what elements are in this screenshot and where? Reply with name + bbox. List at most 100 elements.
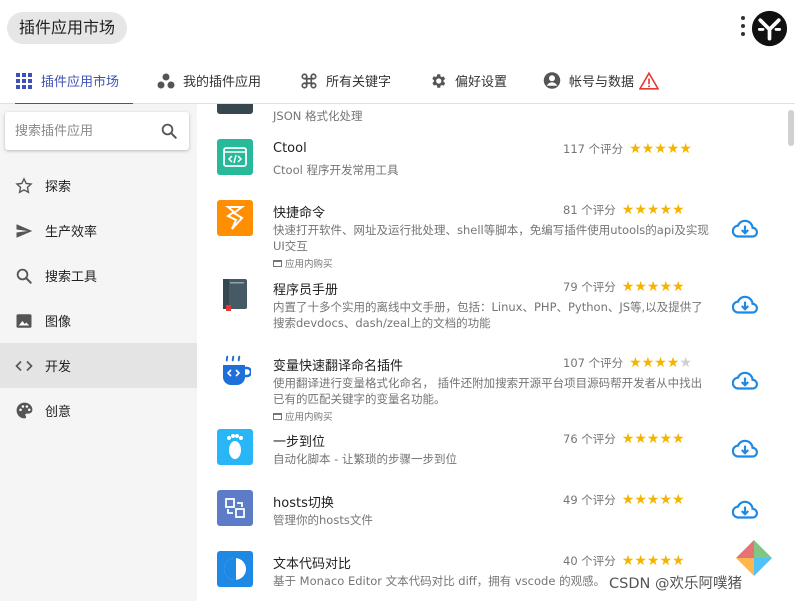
dots-icon: [157, 72, 175, 90]
rating-count: 79 个评分: [563, 280, 616, 294]
plugin-name: hosts切换: [273, 496, 334, 511]
sidebar-item-label: 生产效率: [45, 225, 98, 240]
sidebar-item-productivity[interactable]: 生产效率: [0, 208, 197, 253]
sidebar-item-label: 创意: [45, 405, 72, 420]
download-icon[interactable]: [732, 217, 758, 243]
plugin-icon: [217, 551, 253, 587]
star-rating: ★★★★★: [629, 355, 692, 371]
plugin-list: JSON 格式化处理 Ctool Ctool 程序开发常用工具 117 个评分 …: [197, 104, 795, 601]
in-app-purchase-badge: 应用内购买: [273, 409, 333, 423]
plugin-description: 自动化脚本 - 让繁琐的步骤一步到位: [273, 452, 457, 466]
download-icon[interactable]: [732, 437, 758, 463]
tab-label: 插件应用市场: [41, 75, 120, 90]
rating-count: 76 个评分: [563, 432, 616, 446]
sidebar: 探索 生产效率 搜索工具 图像 开发 创意: [0, 104, 197, 601]
sidebar-item-image[interactable]: 图像: [0, 298, 197, 343]
plugin-name: 文本代码对比: [273, 557, 352, 572]
image-icon: [14, 311, 34, 331]
plugin-rating: 79 个评分 ★★★★★: [563, 279, 685, 295]
rating-count: 107 个评分: [563, 356, 624, 370]
utools-logo-icon[interactable]: [751, 10, 788, 47]
star-rating: ★★★★★: [629, 141, 692, 157]
tab-preferences[interactable]: 偏好设置: [429, 58, 507, 103]
sidebar-item-development[interactable]: 开发: [0, 343, 197, 388]
account-icon: [543, 72, 561, 90]
tab-account-data[interactable]: 帐号与数据: [543, 58, 660, 103]
tab-label: 偏好设置: [455, 75, 508, 90]
plugin-name: 一步到位: [273, 435, 326, 450]
plugin-name: Ctool: [273, 141, 307, 156]
sidebar-item-explore[interactable]: 探索: [0, 163, 197, 208]
list-item[interactable]: 快捷命令 快速打开软件、网址及运行批处理、shell等脚本，免编写插件使用uto…: [197, 200, 777, 270]
sidebar-item-search-tools[interactable]: 搜索工具: [0, 253, 197, 298]
star-rating: ★★★★★: [621, 553, 685, 569]
plugin-rating: 107 个评分 ★★★★★: [563, 355, 692, 371]
more-menu-icon[interactable]: [739, 16, 747, 42]
star-rating: ★★★★★: [621, 431, 685, 447]
download-icon[interactable]: [732, 293, 758, 319]
rating-count: 49 个评分: [563, 493, 616, 507]
list-item[interactable]: Ctool Ctool 程序开发常用工具 117 个评分 ★★★★★: [197, 139, 777, 179]
plugin-rating: 49 个评分 ★★★★★: [563, 492, 685, 508]
tab-bar: 插件应用市场 我的插件应用 所有关键字 偏好设置 帐号与数据: [0, 58, 795, 105]
plugin-name: 快捷命令: [273, 206, 326, 221]
rating-count: 117 个评分: [563, 142, 624, 156]
tab-label: 帐号与数据: [569, 75, 635, 90]
title-bar: 插件应用市场: [0, 0, 795, 58]
warning-icon: [639, 71, 660, 90]
tab-all-keywords[interactable]: 所有关键字: [300, 58, 391, 103]
plugin-description: 内置了十多个实用的离线中文手册，包括：Linux、PHP、Python、JS等,…: [273, 300, 703, 330]
search-icon[interactable]: [160, 122, 178, 140]
plugin-description: 管理你的hosts文件: [273, 513, 373, 527]
scrollbar-thumb[interactable]: [788, 110, 794, 146]
plugin-icon: [217, 277, 253, 313]
tab-label: 我的插件应用: [183, 75, 262, 90]
download-icon[interactable]: [732, 369, 758, 395]
window-title: 插件应用市场: [7, 12, 128, 44]
grid-icon: [15, 72, 33, 90]
plugin-icon: [217, 104, 253, 114]
plugin-rating: 76 个评分 ★★★★★: [563, 431, 685, 447]
plugin-rating: 117 个评分 ★★★★★: [563, 141, 692, 157]
send-icon: [14, 221, 34, 241]
sidebar-item-label: 搜索工具: [45, 270, 98, 285]
plugin-rating: 81 个评分 ★★★★★: [563, 202, 685, 218]
star-rating: ★★★★★: [621, 279, 685, 295]
sidebar-item-creative[interactable]: 创意: [0, 388, 197, 433]
palette-icon: [14, 401, 34, 421]
plugin-icon: [217, 429, 253, 465]
search-input[interactable]: [5, 112, 155, 150]
plugin-description: Ctool 程序开发常用工具: [273, 163, 399, 177]
code-icon: [14, 356, 34, 376]
list-item[interactable]: 一步到位 自动化脚本 - 让繁琐的步骤一步到位 76 个评分 ★★★★★: [197, 429, 777, 469]
search-icon: [14, 266, 34, 286]
plugin-description: 使用翻译进行变量格式化命名， 插件还附加搜索开源平台项目源码帮开发者从中找出已有…: [273, 376, 703, 406]
plugin-icon: [217, 353, 253, 389]
sidebar-item-label: 图像: [45, 315, 72, 330]
star-rating: ★★★★★: [621, 492, 685, 508]
tab-my-plugins[interactable]: 我的插件应用: [157, 58, 261, 103]
rating-count: 81 个评分: [563, 203, 616, 217]
command-icon: [300, 72, 318, 90]
plugin-rating: 40 个评分 ★★★★★: [563, 553, 685, 569]
search-box: [5, 112, 189, 150]
sidebar-item-label: 探索: [45, 180, 72, 195]
download-icon[interactable]: [732, 498, 758, 524]
tab-label: 所有关键字: [326, 75, 392, 90]
list-item[interactable]: 程序员手册 内置了十多个实用的离线中文手册，包括：Linux、PHP、Pytho…: [197, 277, 777, 337]
plugin-icon: [217, 200, 253, 236]
sidebar-item-label: 开发: [45, 360, 72, 375]
tab-plugin-market[interactable]: 插件应用市场: [15, 58, 134, 105]
csdn-watermark: CSDN @欢乐阿噗猪: [609, 576, 742, 592]
gear-icon: [429, 72, 447, 90]
list-item[interactable]: JSON 格式化处理: [197, 104, 777, 124]
list-item[interactable]: 变量快速翻译命名插件 使用翻译进行变量格式化命名， 插件还附加搜索开源平台项目源…: [197, 353, 777, 423]
plugin-name: 程序员手册: [273, 283, 339, 298]
plugin-icon: [217, 490, 253, 526]
plugin-name: 变量快速翻译命名插件: [273, 359, 404, 374]
in-app-purchase-badge: 应用内购买: [273, 256, 333, 270]
list-item[interactable]: hosts切换 管理你的hosts文件 49 个评分 ★★★★★: [197, 490, 777, 530]
star-rating: ★★★★★: [621, 202, 685, 218]
plugin-icon: [217, 139, 253, 175]
plugin-description: JSON 格式化处理: [273, 109, 363, 123]
